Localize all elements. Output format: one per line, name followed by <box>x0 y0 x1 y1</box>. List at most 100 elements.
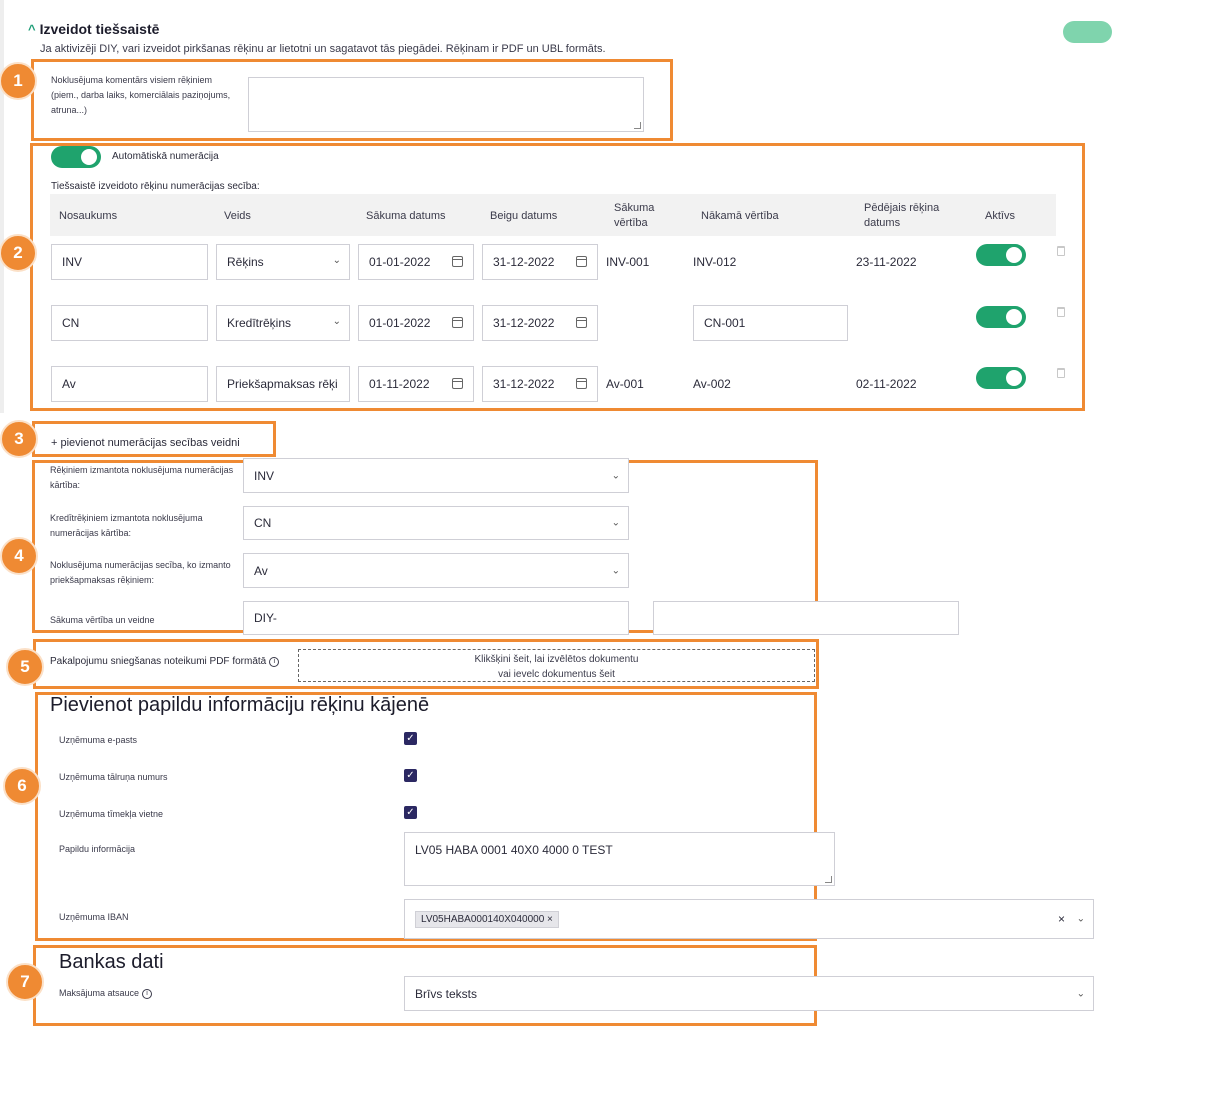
row1-end-date[interactable]: 31-12-2022 <box>482 244 598 280</box>
row2-active-toggle[interactable] <box>976 306 1026 328</box>
website-checkbox[interactable]: ✓ <box>404 806 417 819</box>
row3-name-input[interactable]: Av <box>51 366 208 402</box>
auto-numbering-label: Automātiskā numerācija <box>112 151 219 162</box>
resize-handle-icon[interactable] <box>825 876 832 883</box>
row3-end-date[interactable]: 31-12-2022 <box>482 366 598 402</box>
row2-start-date[interactable]: 01-01-2022 <box>358 305 474 341</box>
marker-5: 5 <box>6 648 44 686</box>
calendar-icon[interactable] <box>452 378 463 389</box>
resize-handle-icon[interactable] <box>634 122 641 129</box>
start-value-input[interactable]: DIY- <box>243 601 629 635</box>
row2-type-select[interactable]: Kredītrēķins ⌄ <box>216 305 350 341</box>
col-end-date: Beigu datums <box>490 210 558 222</box>
row3-next-value: Av-002 <box>693 377 731 391</box>
calendar-icon[interactable] <box>452 256 463 267</box>
col-next-value: Nākamā vērtība <box>701 210 779 222</box>
template-input[interactable] <box>653 601 959 635</box>
trash-icon[interactable] <box>1057 307 1065 317</box>
col-start-value: Sākuma vērtība <box>614 202 655 229</box>
marker-6: 6 <box>3 767 41 805</box>
col-type: Veids <box>224 210 251 222</box>
row2-end-date[interactable]: 31-12-2022 <box>482 305 598 341</box>
toggle-knob <box>1006 309 1022 325</box>
row3-start-value: Av-001 <box>606 377 644 391</box>
calendar-icon[interactable] <box>576 378 587 389</box>
toggle-knob <box>1006 247 1022 263</box>
chevron-down-icon: ⌄ <box>611 470 620 481</box>
prepay-default-select[interactable]: Av ⌄ <box>243 553 629 588</box>
iban-chip: LV05HABA000140X040000 × <box>415 910 559 928</box>
bank-title: Bankas dati <box>59 951 164 973</box>
row1-name-input[interactable]: INV <box>51 244 208 280</box>
toggle-knob <box>1006 370 1022 386</box>
row1-last-date: 23-11-2022 <box>856 255 917 269</box>
row3-start-date[interactable]: 01-11-2022 <box>358 366 474 402</box>
info-icon[interactable]: i <box>142 988 153 999</box>
row1-active-toggle[interactable] <box>976 244 1026 266</box>
marker-7: 7 <box>6 963 44 1001</box>
section-title: Izveidot tiešsaistē <box>39 21 160 37</box>
chevron-down-icon: ⌄ <box>611 517 620 529</box>
credit-default-label: Kredītrēķiniem izmantota noklusējuma nume… <box>50 513 203 538</box>
col-active: Aktīvs <box>985 210 1015 222</box>
extra-info-label: Papildu informācija <box>59 844 136 854</box>
marker-2: 2 <box>0 234 37 272</box>
row1-start-date[interactable]: 01-01-2022 <box>358 244 474 280</box>
comment-textarea[interactable] <box>248 77 644 132</box>
iban-multiselect[interactable]: LV05HABA000140X040000 × × ⌄ <box>404 899 1094 939</box>
row1-next-value: INV-012 <box>693 255 737 269</box>
marker-4: 4 <box>0 537 38 575</box>
invoice-default-label: Rēķiniem izmantota noklusējuma numerācij… <box>50 465 234 490</box>
payment-reference-select[interactable]: Brīvs teksts ⌄ <box>404 976 1094 1011</box>
row2-next-value-input[interactable]: CN-001 <box>693 305 848 341</box>
section-header[interactable]: ^ Izveidot tiešsaistē <box>28 21 159 37</box>
row3-active-toggle[interactable] <box>976 367 1026 389</box>
row1-type-select[interactable]: Rēķins ⌄ <box>216 244 350 280</box>
sequence-label: Tiešsaistē izveidoto rēķinu numerācijas … <box>51 181 260 192</box>
chevron-down-icon: ⌄ <box>332 255 341 266</box>
col-start-date: Sākuma datums <box>366 210 446 222</box>
terms-label: Pakalpojumu sniegšanas noteikumi PDF for… <box>50 656 280 667</box>
clear-icon[interactable]: × <box>1058 912 1065 926</box>
trash-icon[interactable] <box>1057 368 1065 378</box>
email-label: Uzņēmuma e-pasts <box>59 735 138 745</box>
comment-label: Noklusējuma komentārs visiem rēķiniem (p… <box>51 75 231 115</box>
phone-checkbox[interactable]: ✓ <box>404 769 417 782</box>
iban-label: Uzņēmuma IBAN <box>59 912 129 922</box>
row3-type-select[interactable]: Priekšapmaksas rēķi <box>216 366 350 402</box>
payment-reference-label: Maksājuma atsauce i <box>59 986 153 1001</box>
add-sequence-link[interactable]: + pievienot numerācijas secības veidni <box>51 437 240 449</box>
terms-dropzone[interactable]: Klikšķini šeit, lai izvēlētos dokumentu … <box>298 649 815 682</box>
toggle-knob <box>81 149 97 165</box>
diy-toggle[interactable] <box>1063 21 1112 43</box>
chevron-down-icon: ⌄ <box>1076 988 1085 999</box>
phone-label: Uzņēmuma tālruņa numurs <box>59 772 168 782</box>
email-checkbox[interactable]: ✓ <box>404 732 417 745</box>
calendar-icon[interactable] <box>576 256 587 267</box>
row3-last-date: 02-11-2022 <box>856 377 917 391</box>
calendar-icon[interactable] <box>576 317 587 328</box>
calendar-icon[interactable] <box>452 317 463 328</box>
row1-start-value: INV-001 <box>606 255 650 269</box>
marker-3: 3 <box>0 420 38 458</box>
chevron-down-icon[interactable]: ⌄ <box>1077 914 1085 925</box>
auto-numbering-toggle[interactable] <box>51 146 101 168</box>
chevron-up-icon[interactable]: ^ <box>28 22 36 37</box>
chip-remove-icon[interactable]: × <box>547 914 553 925</box>
footer-info-title: Pievienot papildu informāciju rēķinu kāj… <box>50 694 430 716</box>
section-description: Ja aktivizēji DIY, vari izveidot pirkšan… <box>40 43 606 55</box>
extra-info-value: LV05 HABA 0001 40X0 4000 0 TEST <box>415 843 613 857</box>
marker-1: 1 <box>0 62 37 100</box>
invoice-default-select[interactable]: INV ⌄ <box>243 458 629 493</box>
row2-name-input[interactable]: CN <box>51 305 208 341</box>
prepay-default-label: Noklusējuma numerācijas secība, ko izman… <box>50 560 231 585</box>
start-value-label: Sākuma vērtība un veidne <box>50 615 155 625</box>
extra-info-textarea[interactable]: LV05 HABA 0001 40X0 4000 0 TEST <box>404 832 835 886</box>
website-label: Uzņēmuma tīmekļa vietne <box>59 809 164 819</box>
chevron-down-icon: ⌄ <box>611 565 620 576</box>
trash-icon[interactable] <box>1057 246 1065 256</box>
credit-default-select[interactable]: CN ⌄ <box>243 506 629 540</box>
col-name: Nosaukums <box>59 210 118 222</box>
col-last-date: Pēdējais rēķina datums <box>864 202 940 229</box>
info-icon[interactable]: i <box>269 656 280 667</box>
